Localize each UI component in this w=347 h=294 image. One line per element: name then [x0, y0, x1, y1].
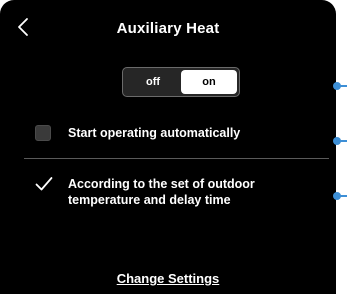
- option-label-line2: temperature and delay time: [68, 193, 231, 207]
- annotation-marker-line: [339, 140, 347, 142]
- toggle-on-option[interactable]: on: [181, 70, 237, 94]
- auxiliary-heat-screen: Auxiliary Heat off on Start operating au…: [0, 0, 336, 294]
- option-label: According to the set of outdoor temperat…: [68, 176, 255, 208]
- annotation-marker-line: [339, 195, 347, 197]
- on-off-toggle[interactable]: off on: [122, 67, 240, 97]
- option-start-automatically[interactable]: Start operating automatically: [35, 125, 328, 141]
- checkmark-icon[interactable]: [35, 176, 53, 192]
- option-outdoor-temperature-delay[interactable]: According to the set of outdoor temperat…: [35, 176, 328, 208]
- toggle-off-option[interactable]: off: [125, 70, 181, 94]
- change-settings-link[interactable]: Change Settings: [0, 271, 336, 286]
- checkbox-unchecked[interactable]: [35, 125, 51, 141]
- divider: [24, 158, 329, 159]
- page-title: Auxiliary Heat: [116, 20, 220, 37]
- option-label-line1: According to the set of outdoor: [68, 177, 255, 191]
- option-label: Start operating automatically: [68, 126, 241, 140]
- annotation-marker-line: [339, 85, 347, 87]
